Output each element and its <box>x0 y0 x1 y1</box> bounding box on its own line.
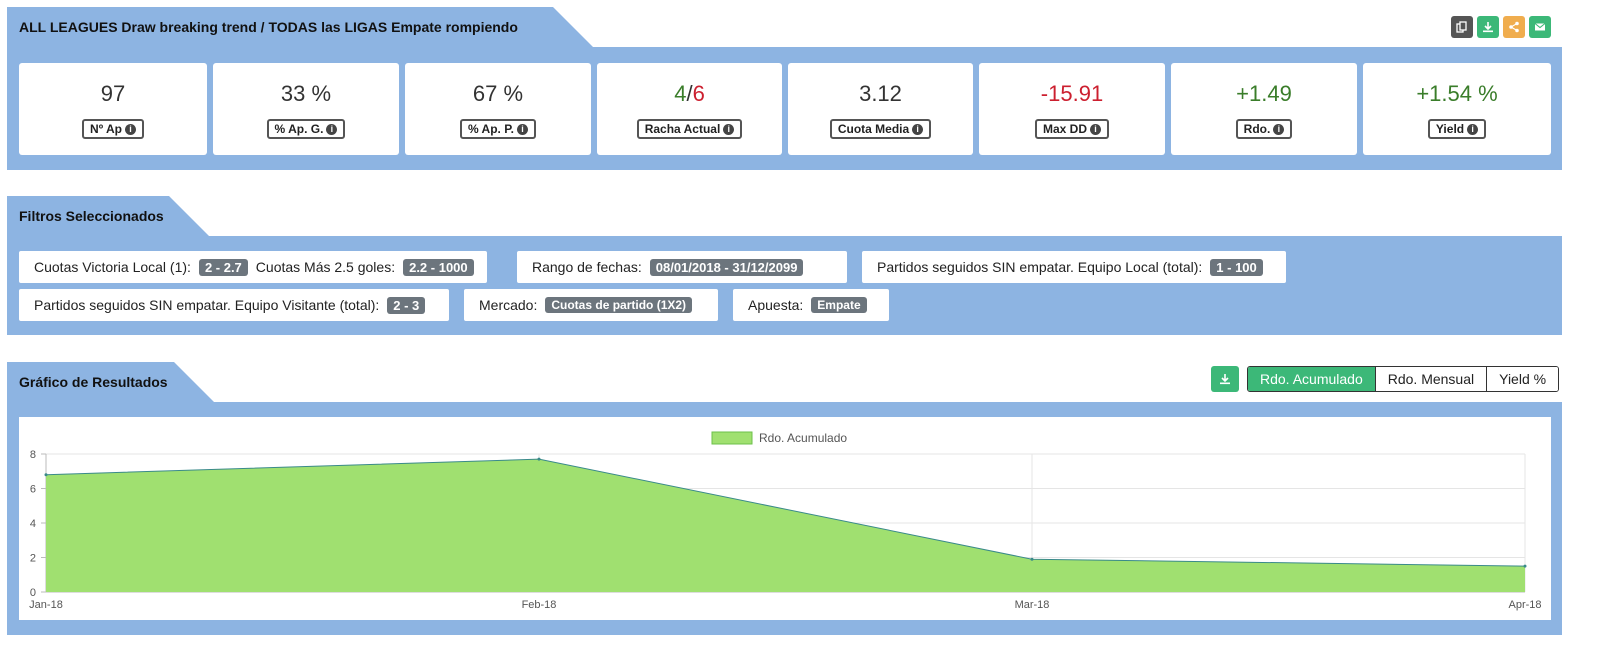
info-icon: i <box>1273 123 1285 135</box>
info-icon: i <box>912 123 924 135</box>
stat-label[interactable]: Cuota Media i <box>829 119 932 139</box>
stat-card-pct-perdidas: 67 % % Ap. P. i <box>405 63 591 155</box>
copy-button[interactable] <box>1451 16 1473 38</box>
stat-label[interactable]: % Ap. G. i <box>266 119 346 139</box>
data-point <box>1030 557 1034 561</box>
filter-badge: 2 - 2.7 <box>198 258 248 276</box>
filter-label: Rango de fechas: <box>532 259 642 275</box>
email-button[interactable] <box>1529 16 1551 38</box>
filter-badge: 2.2 - 1000 <box>403 258 474 276</box>
info-icon: i <box>723 123 735 135</box>
filter-cuotas: Cuotas Victoria Local (1): 2 - 2.7 Cuota… <box>19 251 487 283</box>
stat-card-max-dd: -15.91 Max DD i <box>979 63 1165 155</box>
stat-label[interactable]: Yield i <box>1427 119 1487 139</box>
filter-badge: Cuotas de partido (1X2) <box>545 297 693 313</box>
download-button[interactable] <box>1477 16 1499 38</box>
filter-label: Cuotas Victoria Local (1): <box>34 259 191 275</box>
tab-rdo-mensual[interactable]: Rdo. Mensual <box>1374 367 1487 391</box>
x-tick-label: Mar-18 <box>1015 599 1050 611</box>
y-tick-label: 4 <box>30 518 36 530</box>
data-point <box>44 473 48 477</box>
stat-card-apuestas: 97 Nº Ap i <box>19 63 207 155</box>
y-tick-label: 6 <box>30 484 36 496</box>
series-area <box>46 459 1525 592</box>
y-tick-label: 0 <box>30 587 36 599</box>
info-icon: i <box>1090 123 1101 135</box>
racha-losses: 6 <box>692 81 705 106</box>
filter-rango-fechas: Rango de fechas: 08/01/2018 - 31/12/2099 <box>517 251 847 283</box>
info-icon: i <box>124 123 136 135</box>
stat-value: 3.12 <box>859 81 902 106</box>
stat-value: 97 <box>100 81 126 106</box>
tab-rdo-acumulado[interactable]: Rdo. Acumulado <box>1248 367 1375 391</box>
filter-label: Partidos seguidos SIN empatar. Equipo Lo… <box>877 259 1203 275</box>
y-tick-label: 8 <box>30 449 36 461</box>
results-title: Gráfico de Resultados <box>7 362 214 402</box>
stat-value: +1.49 <box>1236 81 1292 106</box>
x-tick-label: Feb-18 <box>522 599 557 611</box>
filter-badge: 1 - 100 <box>1210 258 1263 276</box>
stat-card-rdo: +1.49 Rdo. i <box>1171 63 1357 155</box>
stat-label[interactable]: Rdo. i <box>1235 119 1293 139</box>
stat-value: 33 % <box>280 81 332 106</box>
share-button[interactable] <box>1503 16 1525 38</box>
chart-download-button[interactable] <box>1211 366 1239 392</box>
x-tick-label: Apr-18 <box>1508 599 1541 611</box>
summary-title: ALL LEAGUES Draw breaking trend / TODAS … <box>7 7 593 75</box>
y-tick-label: 2 <box>30 553 36 565</box>
results-chart: 0 2 4 6 8 Jan-18 Feb-18 Mar-18 Apr-18 Rdo. Acumul… <box>19 417 1551 620</box>
download-icon <box>1220 374 1230 385</box>
stat-card-cuota-media: 3.12 Cuota Media i <box>788 63 973 155</box>
filter-mercado: Mercado: Cuotas de partido (1X2) <box>464 289 718 321</box>
filter-label: Apuesta: <box>748 297 804 313</box>
filter-apuesta: Apuesta: Empate <box>733 289 889 321</box>
stat-value: 4/6 <box>674 81 705 107</box>
filter-visitante-sin-empatar: Partidos seguidos SIN empatar. Equipo Vi… <box>19 289 449 321</box>
info-icon: i <box>1467 123 1479 135</box>
stat-label[interactable]: % Ap. P. i <box>459 119 536 139</box>
results-chart-svg: 0 2 4 6 8 Jan-18 Feb-18 Mar-18 Apr-18 Rdo. Acumul… <box>29 431 1541 611</box>
filter-label: Mercado: <box>479 297 538 313</box>
legend-label: Rdo. Acumulado <box>759 431 847 445</box>
data-point <box>1523 564 1527 568</box>
x-tick-label: Jan-18 <box>29 599 63 611</box>
stat-card-racha-actual: 4/6 Racha Actual i <box>597 63 782 155</box>
stat-label[interactable]: Racha Actual i <box>636 119 743 139</box>
stat-card-pct-ganadas: 33 % % Ap. G. i <box>213 63 399 155</box>
stat-card-yield: +1.54 % Yield i <box>1363 63 1551 155</box>
info-icon: i <box>517 123 528 135</box>
envelope-icon <box>1534 23 1546 31</box>
stat-label[interactable]: Max DD i <box>1034 119 1109 139</box>
data-point <box>537 457 541 461</box>
filter-local-sin-empatar: Partidos seguidos SIN empatar. Equipo Lo… <box>862 251 1286 283</box>
download-icon <box>1483 22 1493 33</box>
legend-swatch <box>711 431 753 445</box>
filter-badge: Empate <box>811 297 867 313</box>
racha-wins: 4 <box>674 81 687 106</box>
copy-icon <box>1456 21 1467 33</box>
chart-mode-tabs: Rdo. Acumulado Rdo. Mensual Yield % <box>1247 366 1560 392</box>
filters-title: Filtros Seleccionados <box>7 196 209 236</box>
tab-yield[interactable]: Yield % <box>1486 367 1559 391</box>
stat-value: 67 % <box>472 81 524 106</box>
stat-value: +1.54 % <box>1416 81 1498 106</box>
filter-badge: 2 - 3 <box>387 296 426 314</box>
share-icon <box>1509 21 1519 33</box>
filter-badge: 08/01/2018 - 31/12/2099 <box>649 258 804 276</box>
stat-value: -15.91 <box>1040 81 1104 106</box>
stat-label[interactable]: Nº Ap i <box>82 119 144 139</box>
info-icon: i <box>326 123 338 135</box>
filter-label: Cuotas Más 2.5 goles: <box>255 259 396 275</box>
filter-label: Partidos seguidos SIN empatar. Equipo Vi… <box>34 297 380 313</box>
